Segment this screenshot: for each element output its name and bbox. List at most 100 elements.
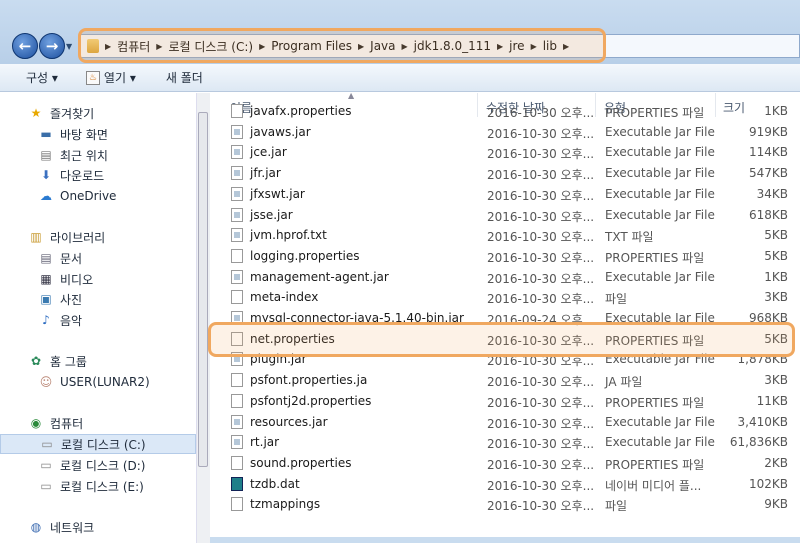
java-icon: ♨ [85,70,100,85]
breadcrumb-item[interactable]: Java [370,39,395,53]
breadcrumb-separator-icon[interactable]: ▶ [402,42,408,51]
breadcrumb-separator-icon[interactable]: ▶ [497,42,503,51]
sidebar-item-icon: ♪ [42,313,50,327]
sidebar-item[interactable]: ▤ 최근 위치 [0,145,196,165]
file-row[interactable]: jce.jar 2016-10-30 오후... Executable Jar Fi… [222,142,792,162]
breadcrumb-separator-icon[interactable]: ▶ [156,42,162,51]
breadcrumb-item[interactable]: Program Files [271,39,352,53]
file-date: 2016-10-30 오후... [487,147,595,162]
file-row[interactable]: logging.properties 2016-10-30 오후... PROPER… [222,246,792,266]
file-name: resources.jar [250,414,328,429]
file-type: PROPERTIES 파일 [605,250,705,265]
sidebar-item[interactable]: ▬ 바탕 화면 [0,124,196,144]
file-type: Executable Jar File [605,207,715,222]
sidebar-item[interactable]: ☺ USER(LUNAR2) [0,372,196,392]
file-size: 919KB [748,124,788,139]
file-row[interactable]: jfxswt.jar 2016-10-30 오후... Executable Jar… [222,184,792,204]
address-bar[interactable]: ▶ 컴퓨터 ▶ 로컬 디스크 (C:) ▶ Program Files ▶ Java ▶ jdk1… [80,34,800,58]
sidebar-item[interactable]: ⬇ 다운로드 [0,165,196,185]
sidebar-item[interactable]: ▣ 사진 [0,289,196,309]
file-row[interactable]: management-agent.jar 2016-10-30 오후... Exec… [222,267,792,287]
open-label: 열기 ▾ [103,71,136,85]
sidebar-item-icon: ▦ [40,272,52,286]
sidebar-item[interactable]: ▭ 로컬 디스크 (D:) [0,455,196,475]
sidebar-item[interactable]: ◉ 컴퓨터 [0,413,196,433]
history-dropdown-icon[interactable]: ▼ [66,42,72,51]
sidebar-item-icon: ☁ [40,189,52,203]
file-size: 2KB [764,455,788,470]
new-folder-button[interactable]: 새 폴더 [166,69,203,86]
file-type: Executable Jar File [605,352,715,367]
sidebar-item[interactable]: ▭ 로컬 디스크 (E:) [0,476,196,496]
file-date: 2016-09-24 오후... [487,313,595,327]
file-name: logging.properties [250,248,360,263]
breadcrumb-item[interactable]: lib [543,39,557,53]
file-date: 2016-10-30 오후... [487,416,595,431]
organize-button[interactable]: 구성 ▾ [26,69,58,86]
file-row[interactable]: psfontj2d.properties 2016-10-30 오후... PROP… [222,391,792,411]
breadcrumb-item[interactable]: jre [509,39,524,53]
file-row[interactable]: sound.properties 2016-10-30 오후... PROPERTI… [222,453,792,473]
file-size: 3,410KB [737,414,788,429]
file-row[interactable]: javaws.jar 2016-10-30 오후... Executable Jar… [222,122,792,142]
file-name: javaws.jar [250,124,311,139]
sidebar-item-label: 로컬 디스크 (E:) [60,479,144,494]
sidebar-item[interactable]: ▥ 라이브러리 [0,227,196,247]
sidebar-item[interactable]: ☁ OneDrive [0,186,196,206]
sort-arrow-icon: ▲ [348,91,355,100]
sidebar-item[interactable]: ♪ 음악 [0,310,196,330]
file-row[interactable]: resources.jar 2016-10-30 오후... Executable … [222,412,792,432]
file-date: 2016-10-30 오후... [487,209,595,224]
status-bar [210,537,800,543]
breadcrumb-separator-icon[interactable]: ▶ [358,42,364,51]
sidebar-item[interactable]: ✿ 홈 그룹 [0,351,196,371]
file-row[interactable]: javafx.properties 2016-10-30 오후... PROPERT… [222,101,792,121]
breadcrumb-item[interactable]: 컴퓨터 [117,38,150,55]
file-row[interactable]: mysql-connector-java-5.1.40-bin.jar 2016-… [222,308,792,328]
sidebar-item-label: 다운로드 [60,168,105,183]
file-row[interactable]: rt.jar 2016-10-30 오후... Executable Jar Fil… [222,432,792,452]
organize-label: 구성 ▾ [26,71,58,85]
sidebar-item[interactable]: ▤ 문서 [0,248,196,268]
file-size: 61,836KB [729,435,788,450]
breadcrumb-separator-icon[interactable]: ▶ [259,42,265,51]
sidebar-item-label: 로컬 디스크 (D:) [60,458,146,473]
file-name: jce.jar [250,145,287,160]
file-row[interactable]: meta-index 2016-10-30 오후... 파일 3KB [222,287,792,307]
sidebar-item[interactable]: ▭ 로컬 디스크 (C:) [0,434,196,454]
file-row[interactable]: jvm.hprof.txt 2016-10-30 오후... TXT 파일 5KB [222,225,792,245]
file-row[interactable]: jfr.jar 2016-10-30 오후... Executable Jar Fi… [222,163,792,183]
file-size: 3KB [764,373,788,388]
open-button[interactable]: ♨ 열기 ▾ [85,69,136,86]
breadcrumb-item[interactable]: jdk1.8.0_111 [414,39,491,53]
file-name: meta-index [250,290,319,305]
sidebar-scroll-thumb[interactable] [198,112,208,467]
file-row[interactable]: tzmappings 2016-10-30 오후... 파일 9KB [222,494,792,514]
file-size: 1KB [764,104,788,118]
file-name: plugin.jar [250,352,307,367]
back-button[interactable]: ← [12,33,38,59]
sidebar-item[interactable]: ▦ 비디오 [0,269,196,289]
breadcrumb-separator-icon[interactable]: ▶ [105,42,111,51]
breadcrumb-item[interactable]: 로컬 디스크 (C:) [168,38,253,55]
file-date: 2016-10-30 오후... [487,395,595,410]
sidebar-item-label: 바탕 화면 [60,127,108,142]
jar-file-icon [231,414,243,429]
jar-file-icon [231,269,243,284]
file-row[interactable]: plugin.jar 2016-10-30 오후... Executable Jar… [222,349,792,369]
breadcrumb-separator-icon[interactable]: ▶ [563,42,569,51]
sidebar-item-label: USER(LUNAR2) [60,375,150,389]
sidebar-item-label: 비디오 [60,272,94,287]
file-type: Executable Jar File [605,269,715,284]
file-date: 2016-10-30 오후... [487,375,595,390]
file-row[interactable]: tzdb.dat 2016-10-30 오후... 네이버 미디어 플... 102K… [222,474,792,494]
jar-file-icon [231,435,243,450]
forward-button[interactable]: → [39,33,65,59]
breadcrumb-separator-icon[interactable]: ▶ [531,42,537,51]
sidebar-item[interactable]: ★ 즐겨찾기 [0,103,196,123]
file-row[interactable]: net.properties 2016-10-30 오후... PROPERTIES… [222,329,792,349]
file-row[interactable]: jsse.jar 2016-10-30 오후... Executable Jar F… [222,205,792,225]
sidebar-item[interactable]: ◍ 네트워크 [0,517,196,537]
file-row[interactable]: psfont.properties.ja 2016-10-30 오후... JA 파… [222,370,792,390]
file-date: 2016-10-30 오후... [487,437,595,452]
